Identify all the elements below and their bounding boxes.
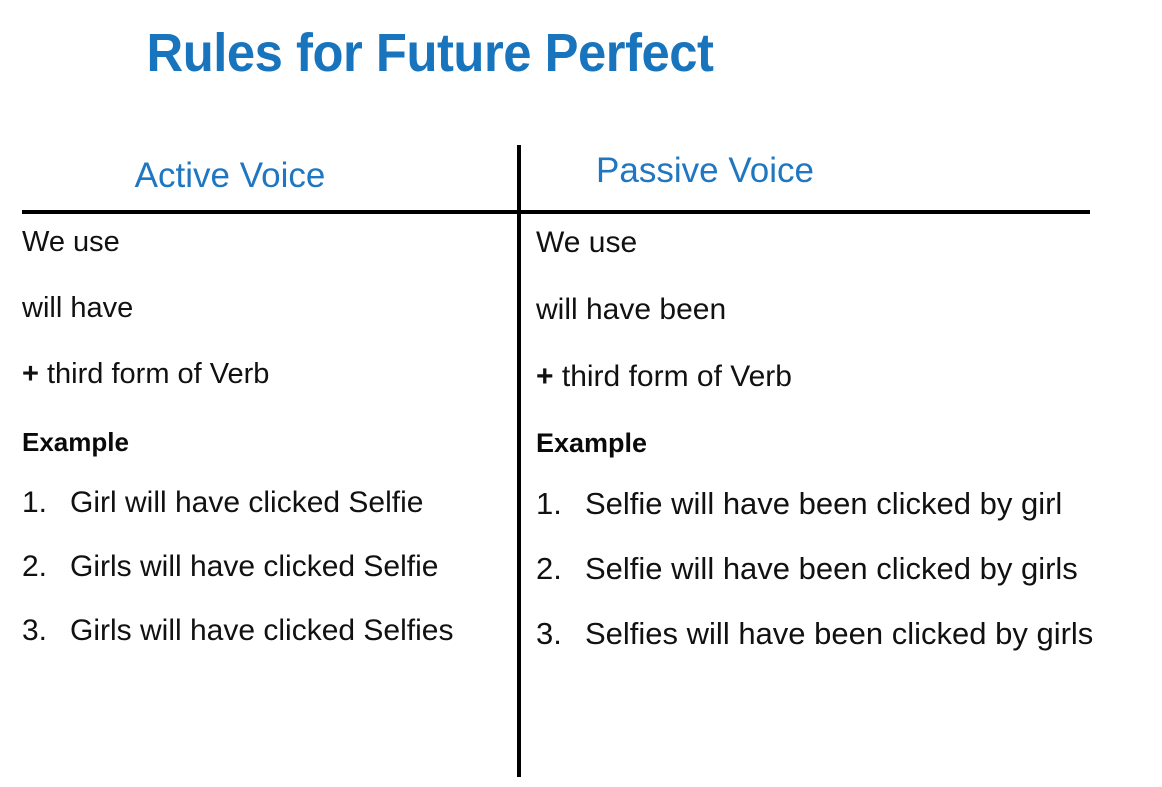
list-item: 1. Girl will have clicked Selfie xyxy=(22,488,502,518)
list-item-text: Girl will have clicked Selfie xyxy=(70,486,424,519)
active-form-line-3-text xyxy=(39,358,47,390)
list-marker: 1. xyxy=(536,486,562,521)
active-form-line-1: We use xyxy=(22,226,120,258)
passive-example-list: 1. Selfie will have been clicked by girl … xyxy=(536,488,1136,649)
passive-example-heading: Example xyxy=(536,428,648,458)
list-item-text: Girls will have clicked Selfies xyxy=(70,614,454,647)
list-item-text: Selfies will have been clicked by girls xyxy=(585,616,1094,651)
active-form-line-2: will have xyxy=(22,292,134,324)
column-header-active-voice: Active Voice xyxy=(134,156,326,195)
column-header-passive-voice: Passive Voice xyxy=(596,151,814,190)
list-marker: 2. xyxy=(22,550,48,583)
list-marker: 3. xyxy=(536,616,562,651)
active-example-list: 1. Girl will have clicked Selfie 2. Girls … xyxy=(22,488,502,646)
vertical-divider xyxy=(517,145,521,777)
list-marker: 2. xyxy=(536,551,562,586)
list-item: 1. Selfie will have been clicked by girl xyxy=(536,488,1136,519)
list-item-text: Selfie will have been clicked by girl xyxy=(585,486,1063,521)
list-item: 3. Girls will have clicked Selfies xyxy=(22,616,502,646)
horizontal-divider xyxy=(22,210,1090,214)
passive-voice-column: We use will have been + third form of Ve… xyxy=(536,228,1136,683)
passive-plus-sign: + xyxy=(536,360,554,393)
passive-form-line-1: We use xyxy=(536,226,638,259)
list-marker: 1. xyxy=(22,486,48,519)
list-item: 2. Girls will have clicked Selfie xyxy=(22,552,502,582)
passive-form-line-3-space xyxy=(554,360,562,393)
active-plus-sign: + xyxy=(22,358,39,390)
passive-form-line-2: will have been xyxy=(536,293,727,326)
active-example-heading: Example xyxy=(22,427,129,457)
list-item-text: Girls will have clicked Selfie xyxy=(70,550,439,583)
active-voice-column: We use will have + third form of Verb Ex… xyxy=(22,228,502,680)
list-item: 3. Selfies will have been clicked by girl… xyxy=(536,618,1136,649)
passive-form-line-3: + third form of Verb xyxy=(536,362,1136,392)
passive-form-verb-text: third form of Verb xyxy=(561,360,792,393)
list-marker: 3. xyxy=(22,614,48,647)
list-item: 2. Selfie will have been clicked by girls xyxy=(536,553,1136,584)
list-item-text: Selfie will have been clicked by girls xyxy=(585,551,1078,586)
active-form-verb-text: third form of Verb xyxy=(47,358,270,390)
page-title: Rules for Future Perfect xyxy=(146,23,714,83)
active-form-line-3: + third form of Verb xyxy=(22,360,502,389)
